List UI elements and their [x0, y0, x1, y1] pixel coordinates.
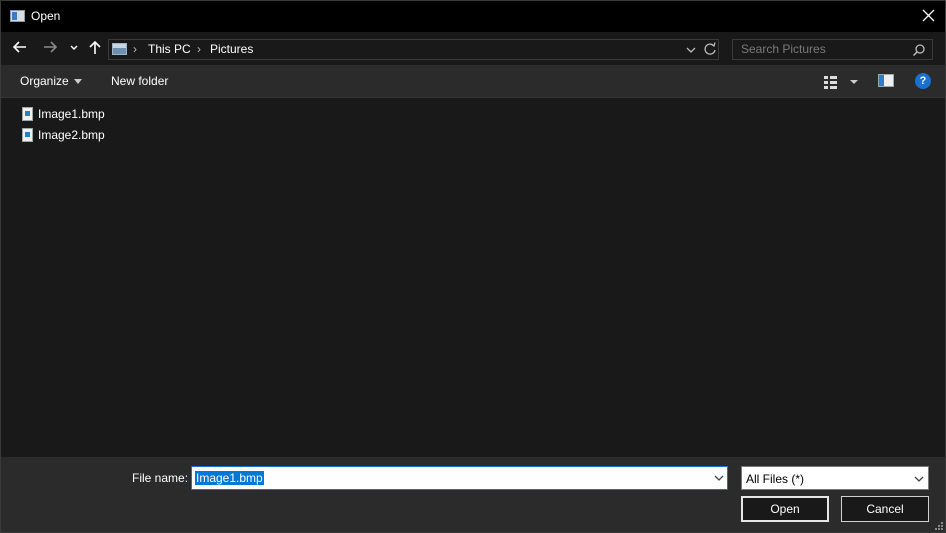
- close-icon: [922, 9, 935, 22]
- bottom-panel: File name: Image1.bmp All Files (*) Open…: [1, 457, 945, 532]
- new-folder-button[interactable]: New folder: [111, 74, 168, 88]
- preview-pane-button[interactable]: [878, 74, 894, 88]
- back-button[interactable]: [12, 39, 30, 57]
- list-item[interactable]: Image1.bmp: [20, 103, 120, 124]
- chevron-down-icon: [686, 47, 696, 53]
- app-icon: [10, 10, 25, 22]
- pictures-folder-icon: [112, 43, 127, 55]
- chevron-down-icon: [70, 45, 78, 50]
- search-placeholder: Search Pictures: [741, 42, 826, 56]
- arrow-right-icon: [44, 41, 58, 53]
- file-type-select[interactable]: All Files (*): [741, 466, 929, 490]
- file-name: Image1.bmp: [38, 107, 105, 121]
- close-button[interactable]: [913, 1, 945, 32]
- list-item[interactable]: Image2.bmp: [20, 124, 120, 145]
- forward-button[interactable]: [42, 39, 60, 57]
- organize-button[interactable]: Organize: [20, 74, 82, 88]
- bitmap-file-icon: [22, 107, 33, 121]
- window-title: Open: [31, 9, 61, 23]
- open-button[interactable]: Open: [741, 496, 829, 522]
- title-bar: Open: [1, 1, 945, 32]
- help-button[interactable]: ?: [915, 73, 931, 89]
- breadcrumb-separator-icon: ›: [197, 42, 201, 56]
- breadcrumb-separator-icon: ›: [133, 42, 137, 56]
- file-name-label: File name:: [132, 471, 189, 485]
- bitmap-file-icon: [22, 128, 33, 142]
- caret-down-icon: [73, 79, 82, 85]
- arrow-up-icon: [89, 40, 101, 54]
- navigation-bar: › This PC › Pictures Search Pictures: [1, 32, 945, 65]
- address-bar[interactable]: › This PC › Pictures: [108, 39, 719, 60]
- up-button[interactable]: [87, 39, 105, 57]
- recent-locations-button[interactable]: [69, 39, 79, 57]
- details-view-icon: [824, 76, 858, 89]
- open-file-dialog: Open › This PC › Pictures Search Picture…: [0, 0, 946, 533]
- address-history-button[interactable]: [685, 43, 697, 57]
- file-list: Image1.bmp Image2.bmp: [1, 98, 945, 457]
- organize-label: Organize: [20, 74, 69, 88]
- change-view-button[interactable]: [823, 74, 863, 90]
- file-name-field[interactable]: Image1.bmp: [191, 466, 728, 490]
- arrow-left-icon: [12, 41, 26, 53]
- chevron-down-icon: [914, 476, 924, 482]
- command-toolbar: Organize New folder ?: [1, 65, 945, 98]
- file-name-value: Image1.bmp: [195, 471, 264, 485]
- file-name: Image2.bmp: [38, 128, 105, 142]
- resize-grip-icon[interactable]: [935, 522, 943, 530]
- refresh-icon: [704, 42, 716, 55]
- chevron-down-icon[interactable]: [713, 472, 725, 484]
- breadcrumb-this-pc[interactable]: This PC: [148, 42, 191, 56]
- cancel-button[interactable]: Cancel: [841, 496, 929, 522]
- search-input[interactable]: Search Pictures: [732, 39, 933, 60]
- breadcrumb-pictures[interactable]: Pictures: [210, 42, 253, 56]
- preview-pane-icon: [878, 74, 894, 87]
- refresh-button[interactable]: [703, 41, 717, 58]
- search-icon[interactable]: [912, 43, 926, 57]
- file-type-value: All Files (*): [746, 472, 805, 486]
